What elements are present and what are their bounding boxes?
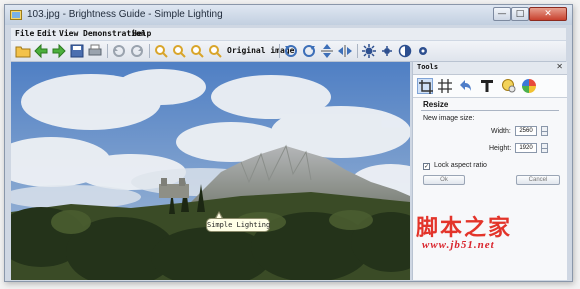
contrast-icon[interactable] [397, 43, 413, 59]
new-image-size-label: New image size: [423, 115, 475, 122]
undo-icon[interactable] [111, 43, 127, 59]
paint-icon[interactable] [501, 78, 517, 94]
print-icon[interactable] [87, 43, 103, 59]
height-spinner[interactable] [541, 143, 548, 153]
landscape-photo [11, 62, 410, 280]
menu-edit[interactable]: Edit [37, 29, 56, 38]
watermark-url: www.jb51.net [422, 239, 495, 251]
watermark-chinese-text: 脚本之家 [416, 216, 513, 241]
save-icon[interactable] [69, 43, 85, 59]
tools-panel-title: Tools [417, 63, 439, 71]
close-button[interactable]: ✕ [529, 7, 567, 21]
section-divider [421, 110, 559, 111]
image-canvas[interactable]: Simple Lighting [11, 62, 410, 280]
zoom-out-icon[interactable] [171, 43, 187, 59]
screenshot-frame: 103.jpg - Brightness Guide - Simple Ligh… [0, 0, 580, 289]
flip-vertical-icon[interactable] [319, 43, 335, 59]
resize-section-title: Resize [423, 100, 449, 109]
toolbar-separator [107, 44, 108, 58]
height-input[interactable]: 1920 [515, 143, 537, 153]
text-icon[interactable] [479, 78, 495, 94]
zoom-in-icon[interactable] [153, 43, 169, 59]
app-icon [10, 10, 22, 20]
toolbar-separator [357, 44, 358, 58]
simple-lighting-tooltip: Simple Lighting [206, 218, 270, 232]
zoom-fit-icon[interactable] [189, 43, 205, 59]
tools-icon-bar [413, 75, 567, 98]
menu-bar: File Edit View Demonstration Help [11, 28, 566, 40]
toolbar-separator [279, 44, 280, 58]
brightness-icon[interactable] [361, 43, 377, 59]
lock-aspect-checkbox[interactable]: ✓ [423, 163, 430, 170]
crop-icon[interactable] [417, 78, 433, 94]
open-folder-icon[interactable] [15, 43, 31, 59]
flip-horizontal-icon[interactable] [337, 43, 353, 59]
width-label: Width: [491, 128, 511, 135]
color-wheel-icon[interactable] [521, 78, 537, 94]
zoom-actual-icon[interactable] [207, 43, 223, 59]
redo-icon[interactable] [129, 43, 145, 59]
rotate-left-icon[interactable] [283, 43, 299, 59]
forward-arrow-icon[interactable] [51, 43, 67, 59]
maximize-button[interactable]: □ [511, 7, 529, 21]
toolbar-separator [149, 44, 150, 58]
width-spinner[interactable] [541, 126, 548, 136]
ok-button[interactable]: Ok [423, 175, 465, 185]
cancel-button[interactable]: Cancel [516, 175, 560, 185]
undo-arrow-icon[interactable] [457, 78, 473, 94]
rotate-right-icon[interactable] [301, 43, 317, 59]
title-bar[interactable]: 103.jpg - Brightness Guide - Simple Ligh… [5, 5, 572, 25]
toolbar: Original image [11, 41, 566, 62]
menu-file[interactable]: File [15, 29, 34, 38]
height-label: Height: [489, 145, 512, 152]
settings-icon[interactable] [379, 43, 395, 59]
menu-help[interactable]: Help [132, 29, 151, 38]
minimize-button[interactable]: — [493, 7, 511, 21]
menu-view[interactable]: View [59, 29, 78, 38]
window-title: 103.jpg - Brightness Guide - Simple Ligh… [27, 9, 223, 20]
back-arrow-icon[interactable] [33, 43, 49, 59]
width-input[interactable]: 2560 [515, 126, 537, 136]
tools-panel-header: Tools ✕ [413, 62, 567, 75]
filter-icon[interactable] [415, 43, 431, 59]
lock-aspect-label: Lock aspect ratio [434, 162, 487, 169]
grid-icon[interactable] [437, 78, 453, 94]
tools-panel-close-icon[interactable]: ✕ [556, 62, 563, 71]
